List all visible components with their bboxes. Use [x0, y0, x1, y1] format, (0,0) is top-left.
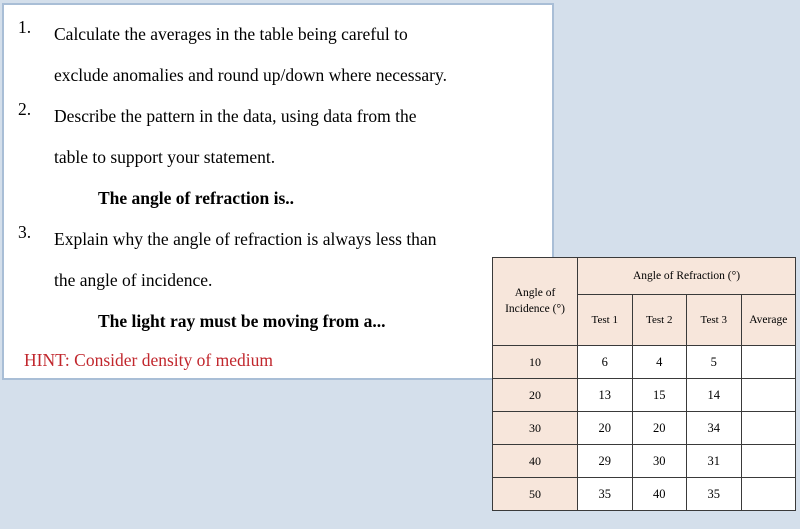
cell-average-10[interactable]	[740, 345, 796, 379]
cell-test2-20: 15	[631, 378, 687, 412]
cell-incidence-40: 40	[492, 444, 578, 478]
cell-test3-20: 14	[686, 378, 742, 412]
cell-test2-10: 4	[631, 345, 687, 379]
cell-test1-20: 13	[577, 378, 633, 412]
cell-test1-10: 6	[577, 345, 633, 379]
cell-average-40[interactable]	[740, 444, 796, 478]
header-angle-of-refraction: Angle of Refraction (°)	[577, 257, 796, 295]
cell-test3-50: 35	[686, 477, 742, 511]
header-average: Average	[740, 294, 796, 346]
question-3-line-1: Explain why the angle of refraction is a…	[54, 229, 437, 249]
cell-test3-40: 31	[686, 444, 742, 478]
cell-incidence-10: 10	[492, 345, 578, 379]
results-table-container: Angle of Incidence (°) Angle of Refracti…	[492, 257, 796, 511]
table-body: 10 6 4 5 20 13 15 14 30 20 20 34 40 29 3…	[492, 345, 796, 511]
refraction-results-table: Angle of Incidence (°) Angle of Refracti…	[492, 257, 796, 511]
cell-test3-30: 34	[686, 411, 742, 445]
question-text-2: Describe the pattern in the data, using …	[54, 101, 544, 183]
question-3-line-2: the angle of incidence.	[54, 270, 213, 290]
question-2-line-2: table to support your statement.	[54, 147, 276, 167]
question-item-1: 1. Calculate the averages in the table b…	[10, 17, 544, 101]
table-row: 40 29 30 31	[492, 444, 796, 478]
cell-average-20[interactable]	[740, 378, 796, 412]
answer-stem-1: The angle of refraction is..	[98, 188, 295, 208]
answer-stem-2-wrap: The light ray must be moving from a...	[10, 306, 544, 347]
cell-incidence-50: 50	[492, 477, 578, 511]
header-test-3: Test 3	[686, 294, 742, 346]
question-list: 1. Calculate the averages in the table b…	[10, 17, 544, 377]
table-row: 20 13 15 14	[492, 378, 796, 412]
cell-test2-30: 20	[631, 411, 687, 445]
cell-test1-30: 20	[577, 411, 633, 445]
header-angle-of-incidence: Angle of Incidence (°)	[492, 257, 578, 346]
question-text-1: Calculate the averages in the table bein…	[54, 19, 544, 101]
cell-incidence-30: 30	[492, 411, 578, 445]
cell-average-50[interactable]	[740, 477, 796, 511]
question-text-3: Explain why the angle of refraction is a…	[54, 224, 544, 306]
question-1-line-1: Calculate the averages in the table bein…	[54, 24, 408, 44]
header-incidence-line-1: Angle of	[514, 286, 556, 299]
answer-stem-2: The light ray must be moving from a...	[98, 311, 386, 331]
instructions-textbox: 1. Calculate the averages in the table b…	[2, 3, 554, 380]
question-item-3: 3. Explain why the angle of refraction i…	[10, 222, 544, 306]
table-header-row-top: Angle of Incidence (°) Angle of Refracti…	[492, 257, 796, 346]
table-row: 30 20 20 34	[492, 411, 796, 445]
header-test-2: Test 2	[631, 294, 687, 346]
question-item-2: 2. Describe the pattern in the data, usi…	[10, 99, 544, 183]
question-1-line-2: exclude anomalies and round up/down wher…	[54, 65, 447, 85]
cell-test3-10: 5	[686, 345, 742, 379]
cell-test2-50: 40	[631, 477, 687, 511]
cell-test2-40: 30	[631, 444, 687, 478]
header-incidence-line-2: Incidence (°)	[505, 302, 565, 315]
answer-stem-1-wrap: The angle of refraction is..	[10, 183, 544, 224]
cell-test1-50: 35	[577, 477, 633, 511]
cell-incidence-20: 20	[492, 378, 578, 412]
hint-wrap: HINT: Consider density of medium	[10, 347, 544, 377]
hint-text: HINT: Consider density of medium	[24, 350, 273, 370]
question-number-3: 3.	[18, 222, 32, 242]
question-number-1: 1.	[18, 17, 32, 37]
table-head: Angle of Incidence (°) Angle of Refracti…	[492, 257, 796, 346]
cell-average-30[interactable]	[740, 411, 796, 445]
table-row: 10 6 4 5	[492, 345, 796, 379]
cell-test1-40: 29	[577, 444, 633, 478]
table-row: 50 35 40 35	[492, 477, 796, 511]
question-2-line-1: Describe the pattern in the data, using …	[54, 106, 417, 126]
question-number-2: 2.	[18, 99, 32, 119]
header-test-1: Test 1	[577, 294, 633, 346]
